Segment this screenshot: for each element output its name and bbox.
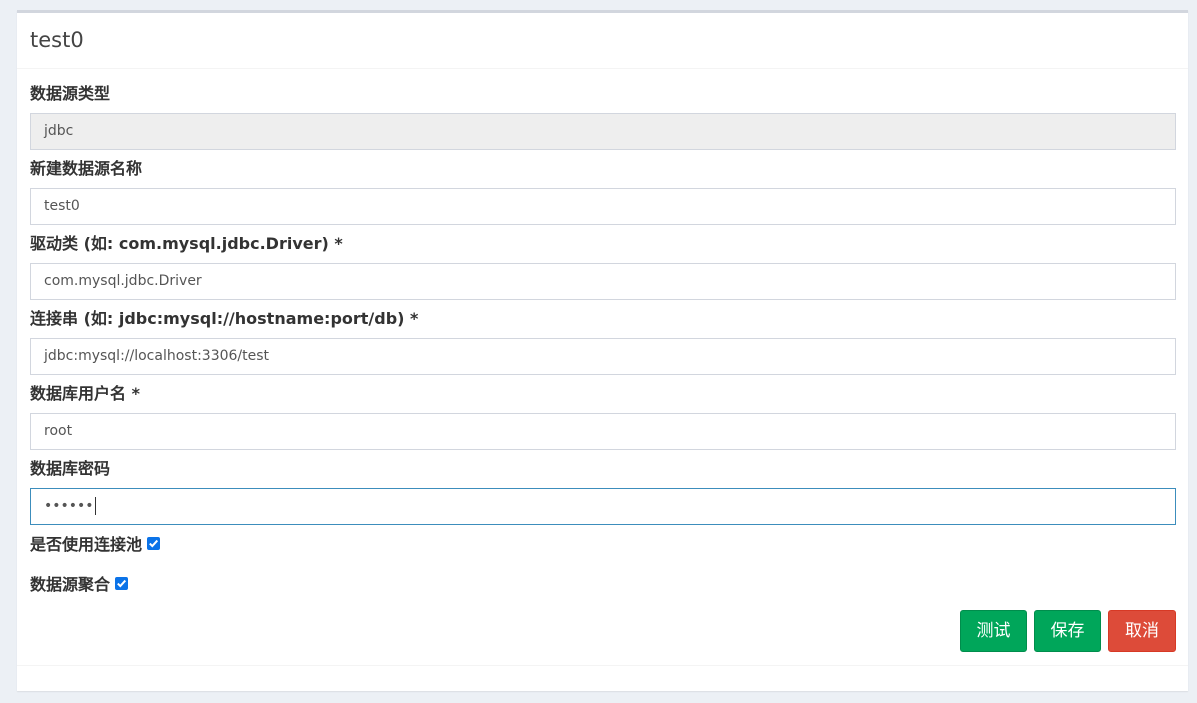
checkmark-icon	[117, 579, 127, 588]
password-label: 数据库密码	[30, 459, 111, 478]
source-type-label: 数据源类型	[30, 84, 111, 103]
text-caret	[94, 497, 96, 515]
action-buttons: 测试 保存 取消	[960, 610, 1176, 652]
aggregate-checkbox[interactable]	[115, 576, 129, 590]
aggregate-label: 数据源聚合	[30, 575, 111, 594]
test-button[interactable]: 测试	[960, 610, 1027, 652]
url-input[interactable]: jdbc:mysql://localhost:3306/test	[30, 338, 1176, 375]
source-name-input[interactable]: test0	[30, 188, 1176, 225]
username-group: 数据库用户名 * root	[30, 382, 1176, 450]
panel-title: test0	[30, 28, 84, 52]
password-mask: ••••••	[44, 498, 94, 514]
datasource-edit-panel: test0 数据源类型 jdbc 新建数据源名称 test0 驱动类 (如: c…	[17, 10, 1188, 691]
source-name-label: 新建数据源名称	[30, 159, 143, 178]
aggregate-row: 数据源聚合	[30, 573, 1176, 597]
datasource-form: 数据源类型 jdbc 新建数据源名称 test0 驱动类 (如: com.mys…	[17, 69, 1188, 597]
use-pool-row: 是否使用连接池	[30, 533, 1176, 557]
password-input[interactable]: ••••••	[30, 488, 1176, 525]
save-button[interactable]: 保存	[1034, 610, 1101, 652]
panel-header: test0	[17, 13, 1188, 69]
username-label: 数据库用户名 *	[30, 384, 140, 403]
url-label: 连接串 (如: jdbc:mysql://hostname:port/db) *	[30, 309, 419, 328]
driver-group: 驱动类 (如: com.mysql.jdbc.Driver) * com.mys…	[30, 232, 1176, 300]
driver-input[interactable]: com.mysql.jdbc.Driver	[30, 263, 1176, 300]
source-type-group: 数据源类型 jdbc	[30, 82, 1176, 150]
url-group: 连接串 (如: jdbc:mysql://hostname:port/db) *…	[30, 307, 1176, 375]
use-pool-checkbox[interactable]	[147, 536, 161, 550]
source-name-group: 新建数据源名称 test0	[30, 157, 1176, 225]
use-pool-label: 是否使用连接池	[30, 535, 143, 554]
cancel-button[interactable]: 取消	[1108, 610, 1176, 652]
checkmark-icon	[149, 539, 159, 548]
username-input[interactable]: root	[30, 413, 1176, 450]
source-type-field: jdbc	[30, 113, 1176, 150]
driver-label: 驱动类 (如: com.mysql.jdbc.Driver) *	[30, 234, 343, 253]
password-group: 数据库密码 ••••••	[30, 457, 1176, 525]
panel-footer	[17, 665, 1188, 666]
